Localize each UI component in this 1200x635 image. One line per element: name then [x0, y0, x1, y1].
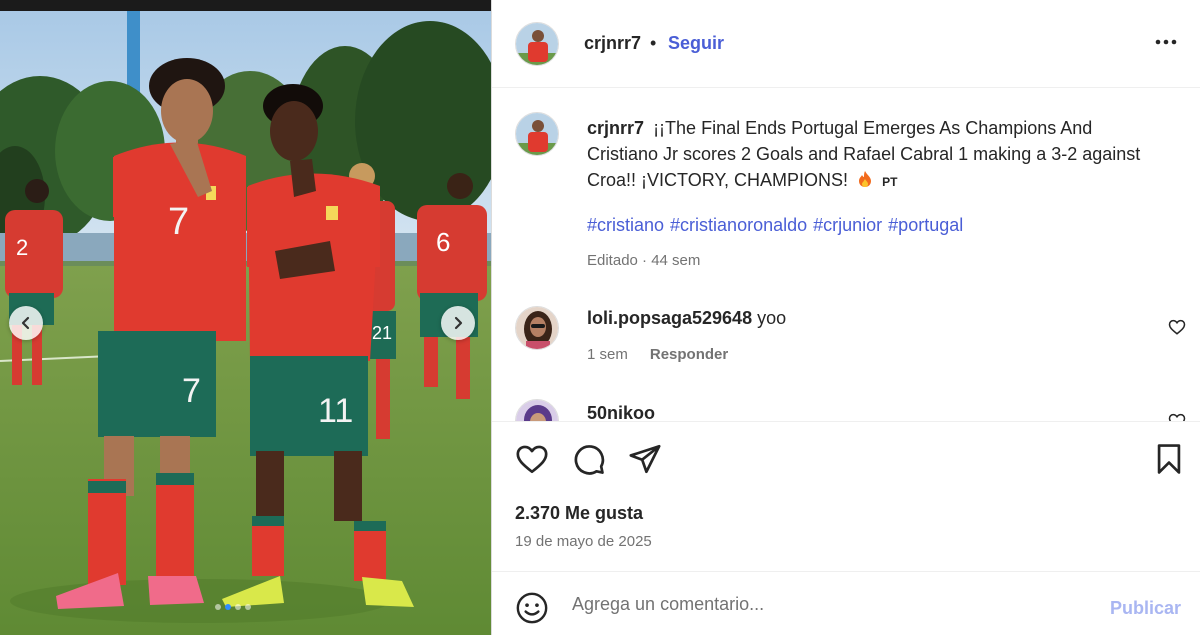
comment-username[interactable]: 50nikoo: [587, 403, 655, 421]
comment-meta: 1 sem Responder: [587, 346, 728, 363]
carousel-dot-active[interactable]: [225, 604, 231, 610]
more-icon: [1155, 39, 1177, 45]
hashtag-link[interactable]: #cristianoronaldo: [670, 215, 807, 236]
publish-button[interactable]: Publicar: [1110, 598, 1181, 619]
separator-dot: •: [650, 33, 657, 53]
post-date: 19 de mayo de 2025: [515, 533, 652, 550]
follow-button[interactable]: Seguir: [668, 33, 724, 54]
heart-icon: [1168, 413, 1186, 421]
post-header: crjnrr7 • Seguir: [492, 0, 1200, 88]
jersey-number: 6: [436, 227, 450, 257]
comment-composer: Publicar: [492, 571, 1200, 635]
comment-text: yoo: [757, 308, 787, 328]
jersey-number: 2: [16, 235, 28, 260]
post-caption: crjnrr7 ¡¡The Final Ends Portugal Emerge…: [587, 115, 1147, 195]
carousel-dot[interactable]: [245, 604, 251, 610]
caption-username[interactable]: crjnrr7: [587, 118, 644, 138]
author-avatar-image: [516, 23, 558, 65]
jersey-number: 21: [372, 323, 392, 343]
jersey-number: 7: [168, 201, 189, 243]
translation-badge[interactable]: PT: [882, 175, 897, 189]
commenter-avatar-image: [516, 307, 558, 349]
photo-top-strip: [0, 0, 491, 11]
commenter-avatar-image: [516, 400, 558, 421]
comment-button[interactable]: [572, 442, 606, 481]
chevron-left-icon: [21, 316, 30, 330]
bookmark-icon: [1157, 444, 1181, 474]
comment-username[interactable]: loli.popsaga529648: [587, 308, 752, 328]
author-avatar[interactable]: [515, 22, 559, 66]
comment: loli.popsaga529648 yoo: [587, 308, 786, 329]
comment-age: 1 sem: [587, 346, 628, 363]
jersey-number: 7: [182, 372, 201, 410]
save-button[interactable]: [1152, 442, 1186, 481]
comment-icon: [574, 445, 605, 475]
hashtag-link[interactable]: #portugal: [888, 215, 963, 236]
post-photo: 2 6 21 7 7 11: [0, 0, 491, 635]
share-button[interactable]: [628, 442, 662, 481]
commenter-avatar[interactable]: [515, 399, 559, 421]
emoji-button[interactable]: [515, 591, 549, 630]
carousel-indicator: [215, 604, 251, 610]
like-comment-button[interactable]: [1168, 412, 1186, 421]
author-username[interactable]: crjnrr7: [584, 33, 641, 54]
like-count[interactable]: 2.370 Me gusta: [515, 503, 643, 524]
emoji-icon: [516, 592, 548, 624]
caption-avatar-image: [516, 113, 558, 155]
post-details-panel: crjnrr7 • Seguir crjnrr7 ¡¡The Final End…: [491, 0, 1200, 635]
reply-button[interactable]: Responder: [650, 346, 728, 363]
like-comment-button[interactable]: [1168, 318, 1186, 341]
carousel-prev-button[interactable]: [9, 306, 43, 340]
caption-author-avatar[interactable]: [515, 112, 559, 156]
edited-timestamp: Editado · 44 sem: [587, 252, 701, 269]
fire-icon: [859, 171, 872, 187]
heart-icon: [516, 445, 548, 474]
heart-icon: [1168, 319, 1186, 335]
comments-section: crjnrr7 ¡¡The Final Ends Portugal Emerge…: [492, 88, 1200, 421]
chevron-right-icon: [454, 316, 463, 330]
hashtag-list: #cristiano #cristianoronaldo #crjunior #…: [587, 215, 963, 236]
more-options-button[interactable]: [1154, 30, 1178, 60]
comment-input[interactable]: [572, 588, 1092, 620]
post-actions: 2.370 Me gusta 19 de mayo de 2025: [492, 421, 1200, 571]
share-icon: [629, 444, 661, 474]
football-players-image: 2 6 21 7 7 11: [0, 11, 491, 635]
carousel-dot[interactable]: [235, 604, 241, 610]
hashtag-link[interactable]: #cristiano: [587, 215, 664, 236]
commenter-avatar[interactable]: [515, 306, 559, 350]
carousel-next-button[interactable]: [441, 306, 475, 340]
carousel-dot[interactable]: [215, 604, 221, 610]
jersey-number: 11: [318, 392, 353, 430]
hashtag-link[interactable]: #crjunior: [813, 215, 882, 236]
like-button[interactable]: [515, 442, 549, 481]
